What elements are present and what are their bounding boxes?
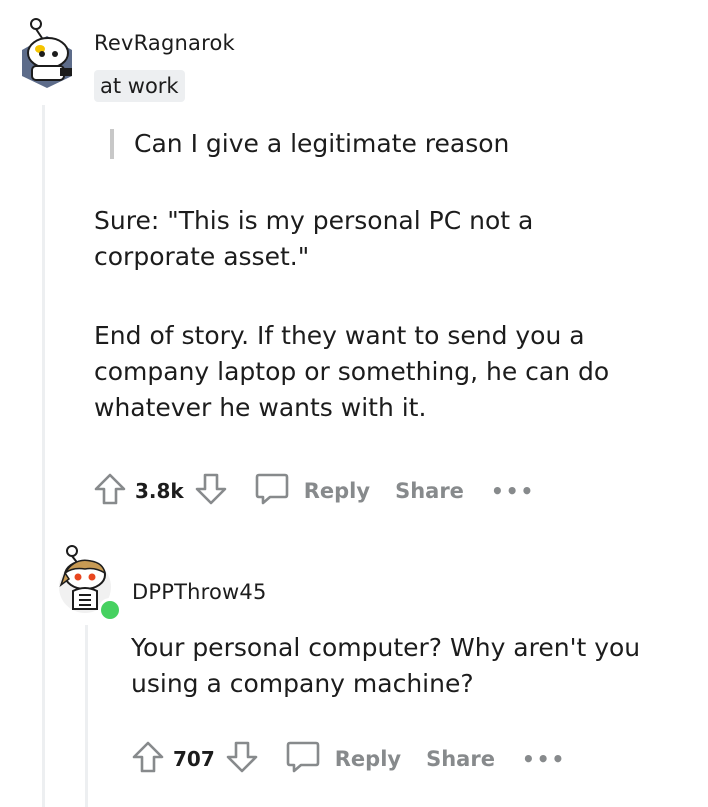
reply-button[interactable]: Reply <box>285 740 401 778</box>
more-options-icon[interactable]: ••• <box>491 479 535 503</box>
downvote-arrow-icon[interactable] <box>225 740 259 778</box>
more-options-icon[interactable]: ••• <box>522 747 566 771</box>
reply-label: Reply <box>334 747 402 771</box>
upvote-arrow-icon[interactable] <box>93 472 127 510</box>
comment-author[interactable]: RevRagnarok <box>94 31 235 55</box>
share-button[interactable]: Share <box>426 747 495 771</box>
thread-line-reply[interactable] <box>85 625 88 807</box>
vote-count: 707 <box>173 747 215 771</box>
upvote-arrow-icon[interactable] <box>131 740 165 778</box>
downvote-arrow-icon[interactable] <box>194 472 228 510</box>
reply-label: Reply <box>303 479 371 503</box>
vote-count: 3.8k <box>135 479 184 503</box>
user-flair: at work <box>94 70 185 102</box>
comment-bubble-icon <box>254 472 290 510</box>
share-button[interactable]: Share <box>395 479 464 503</box>
comment-paragraph: End of story. If they want to send you a… <box>94 321 610 422</box>
blockquote: Can I give a legitimate reason <box>110 129 509 159</box>
comment-actions: 707 Reply Share ••• <box>131 740 566 778</box>
comment-actions: 3.8k Reply Share ••• <box>93 472 535 510</box>
avatar[interactable] <box>18 18 76 88</box>
online-status-dot <box>98 598 122 622</box>
comment-paragraph: Your personal computer? Why aren't you u… <box>131 633 641 698</box>
comment-paragraph: Sure: "This is my personal PC not a corp… <box>94 206 534 271</box>
reply-button[interactable]: Reply <box>254 472 370 510</box>
thread-line-root[interactable] <box>42 105 45 807</box>
comment-author[interactable]: DPPThrow45 <box>132 580 267 604</box>
comment-bubble-icon <box>285 740 321 778</box>
